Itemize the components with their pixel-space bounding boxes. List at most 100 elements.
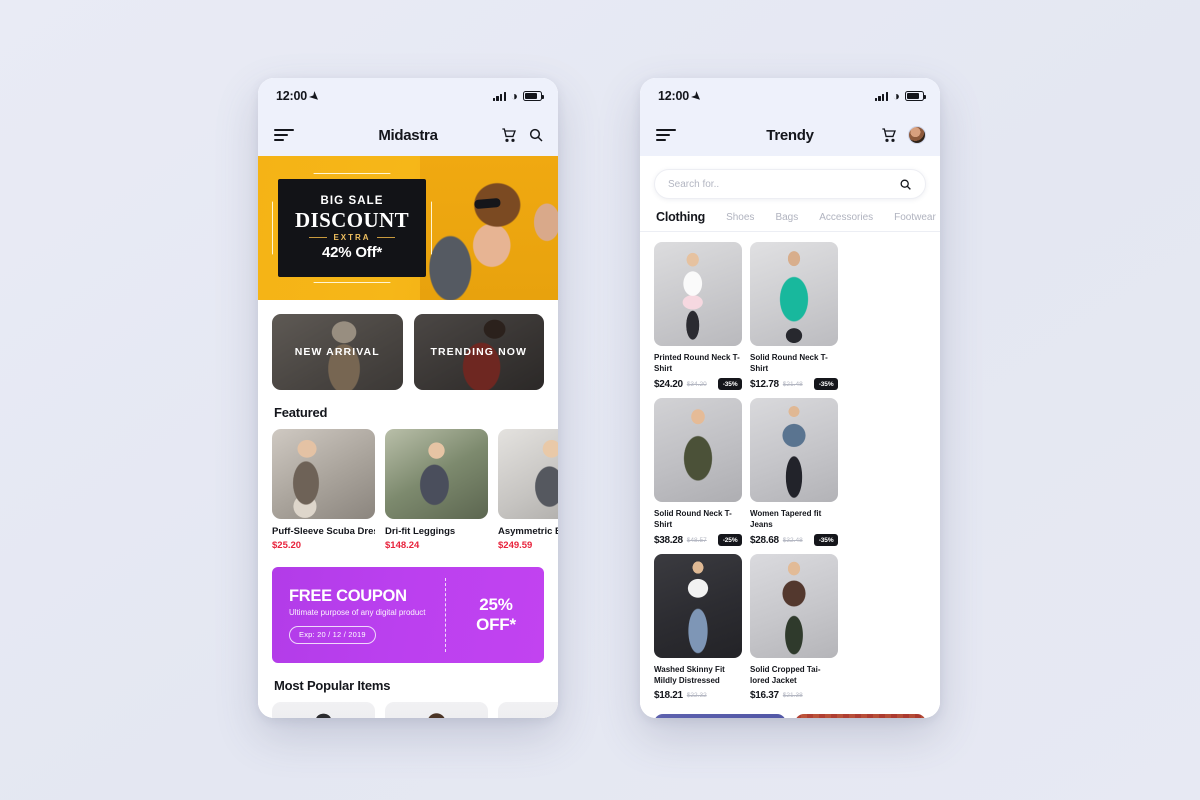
discount-badge: -35% (718, 378, 742, 391)
coupon-expiry: Exp: 20 / 12 / 2019 (289, 625, 376, 644)
product-name: Asymmetric Blue S (498, 526, 558, 537)
product-price: $28.68 (750, 534, 779, 546)
nav-actions (501, 127, 544, 143)
discount-badge: -35% (814, 378, 838, 391)
battery-icon (905, 91, 927, 101)
featured-list[interactable]: Puff-Sleeve Scuba Dress $25.20 Dri-fit L… (258, 429, 558, 551)
category-card-trending-now[interactable]: TRENDING NOW (413, 314, 544, 390)
popular-list[interactable] (258, 702, 558, 718)
product-price: $18.21 (654, 690, 683, 702)
coupon-subtitle: Ultimate purpose of any digital product (289, 607, 426, 617)
signal-icon (874, 91, 888, 101)
coupon-discount: 25% OFF* (448, 595, 544, 635)
nav-actions (881, 126, 926, 144)
hero-banner[interactable]: BIG SALE DISCOUNT EXTRA 42% Off* (258, 156, 558, 300)
coupon-percent: 25% (479, 594, 513, 614)
product-name: Washed Skinny Fit Mildly Distressed (654, 665, 725, 685)
product-name: Dri-fit Leggings (385, 526, 456, 537)
screenshot-stage: 12:00 ➤ ◑ Midastra BIG SALE DISCOUNT EXT… (0, 0, 1200, 800)
product-price: $25.20 (272, 540, 302, 551)
product-card[interactable]: Solid Cropped Tai-lored Jacket $16.37 $2… (750, 554, 838, 701)
status-time: 12:00 (658, 89, 689, 103)
product-card[interactable]: Solid Round Neck T-Shirt $12.78 $21.48 -… (750, 242, 838, 391)
product-old-price: $34.20 (686, 380, 707, 388)
hamburger-icon[interactable] (656, 128, 676, 142)
search-bar[interactable] (654, 169, 926, 199)
product-name: Solid Round Neck T-Shirt (654, 509, 732, 529)
avatar[interactable] (908, 126, 926, 144)
popular-item[interactable] (498, 702, 558, 718)
product-image (498, 429, 558, 519)
product-pricing: $28.68 $32.48 -35% (750, 534, 838, 547)
product-price: $12.78 (750, 378, 779, 390)
content-scroll-left[interactable]: BIG SALE DISCOUNT EXTRA 42% Off* NEW ARR… (258, 156, 558, 718)
promo-banner-sale[interactable]: SALE 45% Off* (794, 714, 926, 718)
wifi-icon: ◑ (892, 89, 900, 103)
product-pricing: $16.37 $21.38 (750, 690, 838, 701)
hamburger-icon[interactable] (274, 128, 294, 142)
product-old-price: $32.48 (782, 536, 803, 544)
product-price: $24.20 (654, 378, 683, 390)
product-name: Solid Cropped Tai-lored Jacket (750, 665, 821, 685)
search-icon[interactable] (528, 127, 544, 143)
status-bar: 12:00 ➤ ◑ (258, 78, 558, 114)
content-scroll-right[interactable]: Clothing Shoes Bags Accessories Footwear… (640, 156, 940, 718)
location-arrow-icon: ➤ (688, 88, 704, 104)
discount-badge: -35% (814, 534, 838, 547)
product-card[interactable]: Solid Round Neck T-Shirt $38.28 $48.57 -… (654, 398, 742, 547)
product-old-price: $21.48 (782, 380, 803, 388)
coupon-off-label: OFF* (476, 615, 516, 634)
cart-icon[interactable] (881, 127, 897, 143)
search-input[interactable] (668, 178, 899, 190)
status-time-group: 12:00 ➤ (276, 88, 322, 104)
featured-item[interactable]: Puff-Sleeve Scuba Dress $25.20 (272, 429, 375, 551)
tab-footwear[interactable]: Footwear (894, 212, 936, 223)
product-name: Women Tapered fit Jeans (750, 509, 822, 529)
status-time: 12:00 (276, 89, 307, 103)
hero-line-4: 42% Off* (321, 244, 383, 262)
search-icon[interactable] (899, 178, 912, 191)
featured-item[interactable]: Dri-fit Leggings $148.24 (385, 429, 488, 551)
coupon-banner[interactable]: FREE COUPON Ultimate purpose of any digi… (272, 567, 544, 663)
category-tabs[interactable]: Clothing Shoes Bags Accessories Footwear… (640, 199, 940, 232)
product-image (272, 429, 375, 519)
location-arrow-icon: ➤ (306, 88, 322, 104)
status-time-group: 12:00 ➤ (658, 88, 704, 104)
product-card[interactable]: Women Tapered fit Jeans $28.68 $32.48 -3… (750, 398, 838, 547)
status-indicators: ◑ (874, 89, 927, 103)
promo-banner-extra[interactable]: EXRTA 25% Off* (654, 714, 786, 718)
product-image (750, 554, 838, 659)
product-name: Puff-Sleeve Scuba Dress (272, 526, 375, 537)
cart-icon[interactable] (501, 127, 517, 143)
coupon-details: FREE COUPON Ultimate purpose of any digi… (272, 587, 443, 644)
product-pricing: $18.21 $22.32 (654, 690, 742, 701)
product-pricing: $38.28 $48.57 -25% (654, 534, 742, 547)
product-price: $148.24 (385, 540, 420, 551)
phone-mockup-left: 12:00 ➤ ◑ Midastra BIG SALE DISCOUNT EXT… (258, 78, 558, 718)
product-card[interactable]: Washed Skinny Fit Mildly Distressed $18.… (654, 554, 742, 701)
category-cards: NEW ARRIVAL TRENDING NOW (258, 300, 558, 390)
product-image (750, 242, 838, 346)
search-section (640, 156, 940, 199)
tab-clothing[interactable]: Clothing (656, 210, 705, 224)
wifi-icon: ◑ (510, 89, 518, 103)
featured-item[interactable]: Asymmetric Blue S $249.59 (498, 429, 558, 551)
hero-line-1: BIG SALE (320, 194, 384, 207)
product-card[interactable]: Printed Round Neck T-Shirt $24.20 $34.20… (654, 242, 742, 391)
product-price: $38.28 (654, 534, 683, 546)
status-bar: 12:00 ➤ ◑ (640, 78, 940, 114)
product-pricing: $12.78 $21.48 -35% (750, 378, 838, 391)
tab-accessories[interactable]: Accessories (819, 212, 873, 223)
status-indicators: ◑ (492, 89, 545, 103)
tab-shoes[interactable]: Shoes (726, 212, 754, 223)
category-card-new-arrival[interactable]: NEW ARRIVAL (272, 314, 403, 390)
hero-line-2: DISCOUNT (294, 207, 410, 232)
product-old-price: $48.57 (686, 536, 707, 544)
tab-bags[interactable]: Bags (775, 212, 798, 223)
popular-item[interactable] (272, 702, 375, 718)
promo-banners: EXRTA 25% Off* SALE 45% Off* (640, 701, 940, 718)
product-old-price: $21.38 (782, 692, 803, 700)
product-image (654, 398, 742, 503)
popular-item[interactable] (385, 702, 488, 718)
product-image (750, 398, 838, 503)
